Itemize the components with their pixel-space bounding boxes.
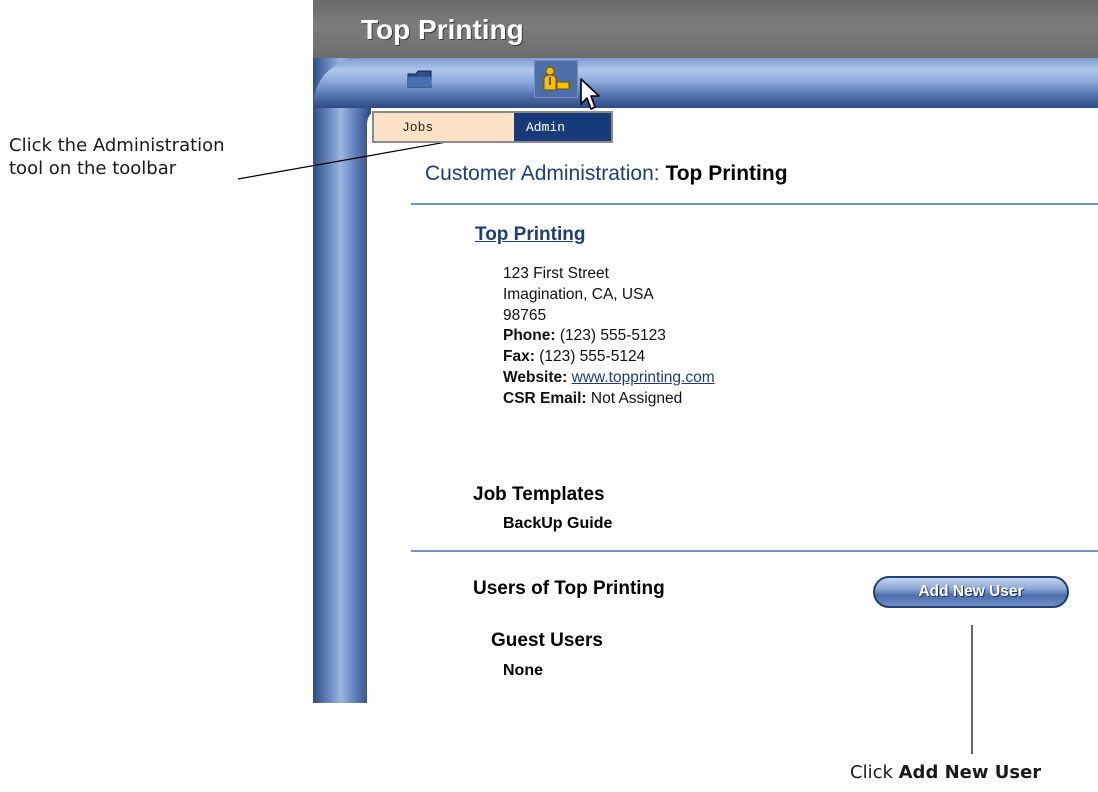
- admin-icon: [543, 66, 570, 91]
- company-details: 123 First Street Imagination, CA, USA 98…: [503, 264, 715, 410]
- cursor-icon: [580, 78, 600, 110]
- divider: [411, 203, 1098, 205]
- annotation-text: Click: [850, 762, 899, 783]
- administration-tool-button[interactable]: [534, 60, 578, 98]
- company-name-link[interactable]: Top Printing: [475, 224, 585, 246]
- csr-email-value: Not Assigned: [590, 389, 683, 407]
- phone-row: Phone: (123) 555-5123: [503, 326, 715, 347]
- annotation-bold: Add New User: [898, 762, 1042, 783]
- csr-email-row: CSR Email: Not Assigned: [503, 389, 715, 410]
- website-row: Website: www.topprinting.com: [503, 368, 715, 389]
- website-label: Website:: [503, 368, 568, 386]
- tab-jobs[interactable]: Jobs: [374, 113, 514, 141]
- users-heading: Users of Top Printing: [473, 578, 665, 599]
- tab-admin[interactable]: Admin: [514, 113, 611, 141]
- divider: [411, 550, 1098, 552]
- app-window: Top Printing Jobs Admin Customer Adminis…: [313, 0, 1098, 703]
- job-template-item[interactable]: BackUp Guide: [503, 515, 612, 533]
- address-zip: 98765: [503, 306, 547, 324]
- annotation-line-1: Click the Administration: [9, 134, 225, 157]
- website-link[interactable]: www.topprinting.com: [572, 369, 715, 386]
- annotation-add-user: Click Add New User: [850, 761, 1041, 784]
- title-bar: Top Printing: [313, 0, 1098, 58]
- annotation-line-2: tool on the toolbar: [9, 158, 177, 179]
- address-line-2: Imagination, CA, USA: [503, 285, 654, 303]
- phone-value: (123) 555-5123: [559, 327, 666, 345]
- add-new-user-button[interactable]: Add New User: [873, 576, 1069, 608]
- frame-left-bar: [313, 58, 371, 703]
- app-title: Top Printing: [361, 14, 524, 45]
- tab-bar: Jobs Admin: [372, 111, 613, 143]
- content-area: [367, 108, 1098, 703]
- annotation-bold: Administration: [92, 135, 225, 156]
- fax-value: (123) 555-5124: [539, 348, 646, 366]
- folder-icon: [407, 70, 432, 88]
- annotation-admin-tool: Click the Administration tool on the too…: [9, 134, 225, 180]
- guest-users-heading: Guest Users: [491, 630, 603, 651]
- page-title: Customer Administration: Top Printing: [425, 162, 788, 186]
- fax-row: Fax: (123) 555-5124: [503, 347, 715, 368]
- guest-users-value: None: [503, 662, 543, 679]
- job-templates-heading: Job Templates: [473, 484, 605, 505]
- fax-label: Fax:: [503, 348, 535, 366]
- phone-label: Phone:: [503, 327, 556, 345]
- address-line-1: 123 First Street: [503, 265, 609, 282]
- csr-email-label: CSR Email:: [503, 389, 587, 407]
- annotation-text: Click the: [9, 135, 93, 156]
- page-title-label: Customer Administration:: [425, 162, 660, 185]
- jobs-tool-button[interactable]: [398, 60, 442, 98]
- page-title-company: Top Printing: [665, 162, 788, 185]
